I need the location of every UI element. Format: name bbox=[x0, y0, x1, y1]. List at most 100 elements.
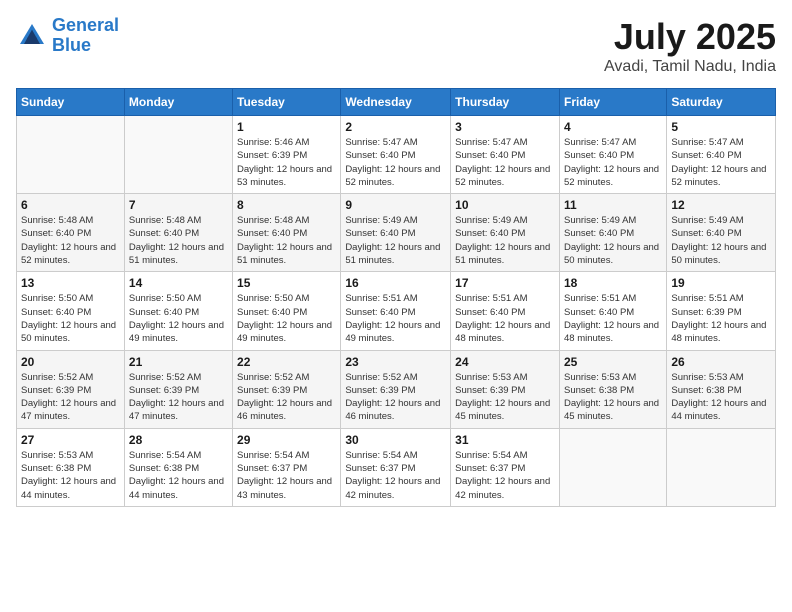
logo-text: General Blue bbox=[52, 16, 119, 56]
day-number: 14 bbox=[129, 276, 228, 290]
calendar-body: 1Sunrise: 5:46 AM Sunset: 6:39 PM Daylig… bbox=[17, 116, 776, 507]
weekday-header-sunday: Sunday bbox=[17, 89, 125, 116]
day-number: 19 bbox=[671, 276, 771, 290]
calendar-cell: 28Sunrise: 5:54 AM Sunset: 6:38 PM Dayli… bbox=[124, 428, 232, 506]
day-info: Sunrise: 5:53 AM Sunset: 6:38 PM Dayligh… bbox=[564, 371, 662, 424]
calendar-cell: 11 Sunrise: 5:49 AM Sunset: 6:40 PM Dayli… bbox=[559, 194, 666, 272]
day-number: 4 bbox=[564, 120, 662, 134]
logo-line2: Blue bbox=[52, 36, 119, 56]
day-number: 12 bbox=[671, 198, 771, 212]
day-number: 15 bbox=[237, 276, 336, 290]
day-info: Sunrise: 5:53 AM Sunset: 6:39 PM Dayligh… bbox=[455, 371, 555, 424]
day-number: 30 bbox=[345, 433, 446, 447]
day-number: 9 bbox=[345, 198, 446, 212]
day-number: 24 bbox=[455, 355, 555, 369]
calendar-cell: 26Sunrise: 5:53 AM Sunset: 6:38 PM Dayli… bbox=[667, 350, 776, 428]
day-number: 29 bbox=[237, 433, 336, 447]
day-number: 5 bbox=[671, 120, 771, 134]
calendar-cell: 24 Sunrise: 5:53 AM Sunset: 6:39 PM Dayli… bbox=[451, 350, 560, 428]
weekday-header-wednesday: Wednesday bbox=[341, 89, 451, 116]
calendar-cell bbox=[559, 428, 666, 506]
calendar-cell bbox=[124, 116, 232, 194]
weekday-header-friday: Friday bbox=[559, 89, 666, 116]
day-number: 21 bbox=[129, 355, 228, 369]
calendar-cell: 8Sunrise: 5:48 AM Sunset: 6:40 PM Daylig… bbox=[233, 194, 341, 272]
day-info: Sunrise: 5:54 AM Sunset: 6:37 PM Dayligh… bbox=[345, 449, 446, 502]
calendar-cell: 18Sunrise: 5:51 AM Sunset: 6:40 PM Dayli… bbox=[559, 272, 666, 350]
day-number: 11 bbox=[564, 198, 662, 212]
calendar-cell: 23Sunrise: 5:52 AM Sunset: 6:39 PM Dayli… bbox=[341, 350, 451, 428]
day-info: Sunrise: 5:48 AM Sunset: 6:40 PM Dayligh… bbox=[237, 214, 336, 267]
calendar-title: July 2025 bbox=[604, 16, 776, 58]
day-info: Sunrise: 5:53 AM Sunset: 6:38 PM Dayligh… bbox=[21, 449, 120, 502]
calendar-cell: 9 Sunrise: 5:49 AM Sunset: 6:40 PM Daylig… bbox=[341, 194, 451, 272]
day-info: Sunrise: 5:50 AM Sunset: 6:40 PM Dayligh… bbox=[237, 292, 336, 345]
weekday-header-tuesday: Tuesday bbox=[233, 89, 341, 116]
day-number: 31 bbox=[455, 433, 555, 447]
calendar-cell: 30 Sunrise: 5:54 AM Sunset: 6:37 PM Dayli… bbox=[341, 428, 451, 506]
calendar-cell: 27 Sunrise: 5:53 AM Sunset: 6:38 PM Dayli… bbox=[17, 428, 125, 506]
calendar-cell: 16 Sunrise: 5:51 AM Sunset: 6:40 PM Dayli… bbox=[341, 272, 451, 350]
calendar-cell: 14 Sunrise: 5:50 AM Sunset: 6:40 PM Dayli… bbox=[124, 272, 232, 350]
week-row-1: 1Sunrise: 5:46 AM Sunset: 6:39 PM Daylig… bbox=[17, 116, 776, 194]
day-number: 3 bbox=[455, 120, 555, 134]
page-header: General Blue July 2025 Avadi, Tamil Nadu… bbox=[16, 16, 776, 76]
week-row-5: 27 Sunrise: 5:53 AM Sunset: 6:38 PM Dayli… bbox=[17, 428, 776, 506]
day-info: Sunrise: 5:46 AM Sunset: 6:39 PM Dayligh… bbox=[237, 136, 336, 189]
day-info: Sunrise: 5:47 AM Sunset: 6:40 PM Dayligh… bbox=[671, 136, 771, 189]
day-info: Sunrise: 5:48 AM Sunset: 6:40 PM Dayligh… bbox=[129, 214, 228, 267]
week-row-3: 13 Sunrise: 5:50 AM Sunset: 6:40 PM Dayli… bbox=[17, 272, 776, 350]
day-number: 26 bbox=[671, 355, 771, 369]
calendar-subtitle: Avadi, Tamil Nadu, India bbox=[604, 58, 776, 76]
calendar-header: SundayMondayTuesdayWednesdayThursdayFrid… bbox=[17, 89, 776, 116]
day-info: Sunrise: 5:49 AM Sunset: 6:40 PM Dayligh… bbox=[671, 214, 771, 267]
calendar-cell: 1Sunrise: 5:46 AM Sunset: 6:39 PM Daylig… bbox=[233, 116, 341, 194]
day-info: Sunrise: 5:52 AM Sunset: 6:39 PM Dayligh… bbox=[345, 371, 446, 424]
day-info: Sunrise: 5:47 AM Sunset: 6:40 PM Dayligh… bbox=[564, 136, 662, 189]
day-info: Sunrise: 5:51 AM Sunset: 6:40 PM Dayligh… bbox=[564, 292, 662, 345]
day-info: Sunrise: 5:52 AM Sunset: 6:39 PM Dayligh… bbox=[21, 371, 120, 424]
calendar-cell: 17 Sunrise: 5:51 AM Sunset: 6:40 PM Dayli… bbox=[451, 272, 560, 350]
day-number: 6 bbox=[21, 198, 120, 212]
day-number: 10 bbox=[455, 198, 555, 212]
day-number: 2 bbox=[345, 120, 446, 134]
day-number: 25 bbox=[564, 355, 662, 369]
day-info: Sunrise: 5:52 AM Sunset: 6:39 PM Dayligh… bbox=[237, 371, 336, 424]
day-info: Sunrise: 5:51 AM Sunset: 6:40 PM Dayligh… bbox=[455, 292, 555, 345]
day-info: Sunrise: 5:47 AM Sunset: 6:40 PM Dayligh… bbox=[345, 136, 446, 189]
day-info: Sunrise: 5:50 AM Sunset: 6:40 PM Dayligh… bbox=[21, 292, 120, 345]
day-number: 22 bbox=[237, 355, 336, 369]
day-info: Sunrise: 5:51 AM Sunset: 6:40 PM Dayligh… bbox=[345, 292, 446, 345]
day-info: Sunrise: 5:49 AM Sunset: 6:40 PM Dayligh… bbox=[564, 214, 662, 267]
calendar-cell: 13 Sunrise: 5:50 AM Sunset: 6:40 PM Dayli… bbox=[17, 272, 125, 350]
calendar-cell: 4 Sunrise: 5:47 AM Sunset: 6:40 PM Daylig… bbox=[559, 116, 666, 194]
day-info: Sunrise: 5:52 AM Sunset: 6:39 PM Dayligh… bbox=[129, 371, 228, 424]
calendar-cell: 19 Sunrise: 5:51 AM Sunset: 6:39 PM Dayli… bbox=[667, 272, 776, 350]
weekday-header-monday: Monday bbox=[124, 89, 232, 116]
day-number: 16 bbox=[345, 276, 446, 290]
day-number: 17 bbox=[455, 276, 555, 290]
calendar-cell: 12 Sunrise: 5:49 AM Sunset: 6:40 PM Dayli… bbox=[667, 194, 776, 272]
weekday-header-saturday: Saturday bbox=[667, 89, 776, 116]
calendar-cell: 7 Sunrise: 5:48 AM Sunset: 6:40 PM Daylig… bbox=[124, 194, 232, 272]
calendar-cell: 20 Sunrise: 5:52 AM Sunset: 6:39 PM Dayli… bbox=[17, 350, 125, 428]
day-info: Sunrise: 5:47 AM Sunset: 6:40 PM Dayligh… bbox=[455, 136, 555, 189]
day-number: 13 bbox=[21, 276, 120, 290]
day-info: Sunrise: 5:49 AM Sunset: 6:40 PM Dayligh… bbox=[345, 214, 446, 267]
day-number: 20 bbox=[21, 355, 120, 369]
day-info: Sunrise: 5:54 AM Sunset: 6:37 PM Dayligh… bbox=[237, 449, 336, 502]
day-info: Sunrise: 5:51 AM Sunset: 6:39 PM Dayligh… bbox=[671, 292, 771, 345]
day-info: Sunrise: 5:49 AM Sunset: 6:40 PM Dayligh… bbox=[455, 214, 555, 267]
day-info: Sunrise: 5:48 AM Sunset: 6:40 PM Dayligh… bbox=[21, 214, 120, 267]
calendar-cell: 21 Sunrise: 5:52 AM Sunset: 6:39 PM Dayli… bbox=[124, 350, 232, 428]
weekday-header-row: SundayMondayTuesdayWednesdayThursdayFrid… bbox=[17, 89, 776, 116]
calendar-cell: 25 Sunrise: 5:53 AM Sunset: 6:38 PM Dayli… bbox=[559, 350, 666, 428]
calendar-cell: 15 Sunrise: 5:50 AM Sunset: 6:40 PM Dayli… bbox=[233, 272, 341, 350]
calendar-cell: 10 Sunrise: 5:49 AM Sunset: 6:40 PM Dayli… bbox=[451, 194, 560, 272]
day-number: 27 bbox=[21, 433, 120, 447]
day-info: Sunrise: 5:54 AM Sunset: 6:37 PM Dayligh… bbox=[455, 449, 555, 502]
day-number: 7 bbox=[129, 198, 228, 212]
day-info: Sunrise: 5:54 AM Sunset: 6:38 PM Dayligh… bbox=[129, 449, 228, 502]
day-info: Sunrise: 5:50 AM Sunset: 6:40 PM Dayligh… bbox=[129, 292, 228, 345]
calendar-cell: 31 Sunrise: 5:54 AM Sunset: 6:37 PM Dayli… bbox=[451, 428, 560, 506]
